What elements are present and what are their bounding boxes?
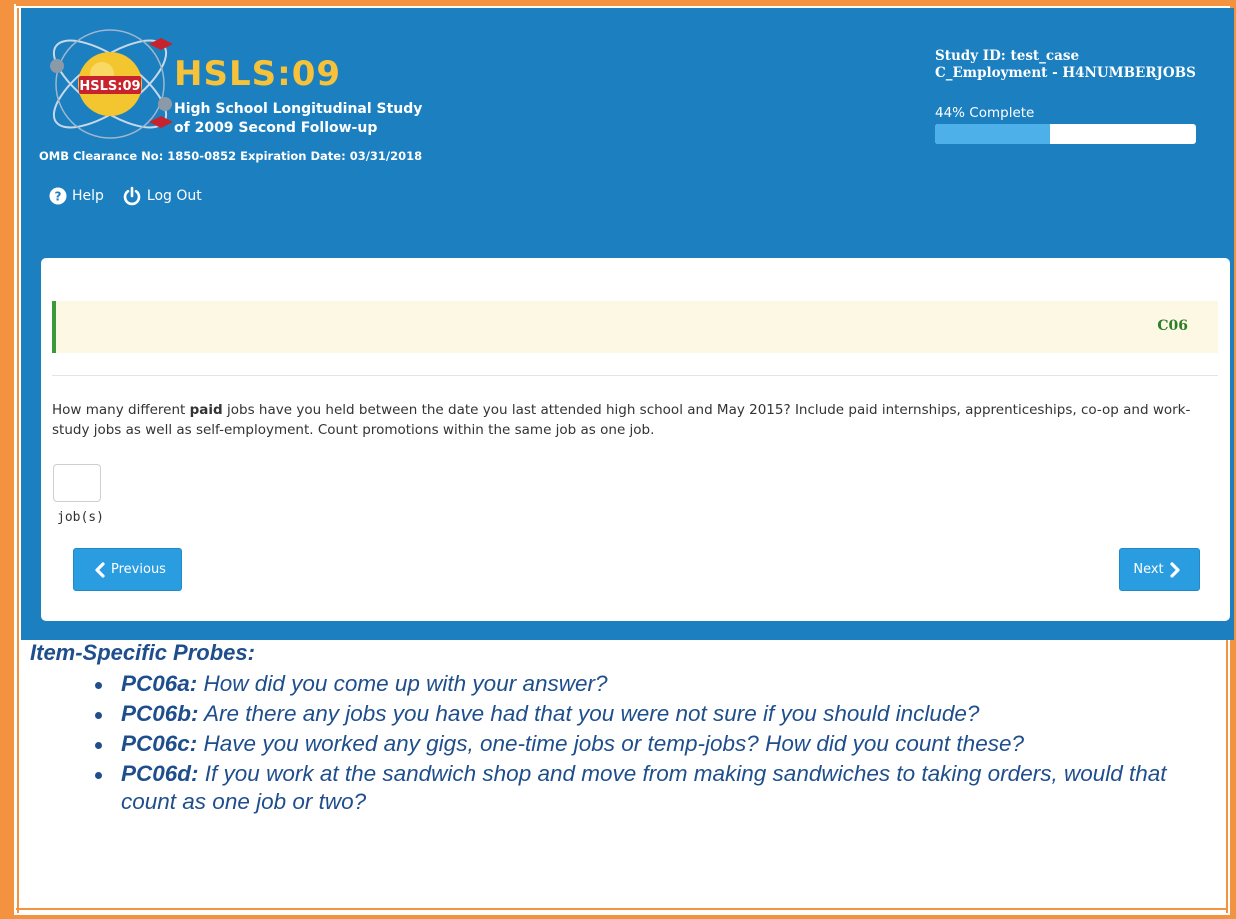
- study-info: Study ID: test_case C_Employment - H4NUM…: [935, 48, 1196, 82]
- previous-label: Previous: [111, 562, 166, 577]
- next-button[interactable]: Next: [1119, 548, 1200, 591]
- frame-line-top: [16, 4, 1232, 6]
- question-panel: C06 How many different paid jobs have yo…: [41, 258, 1230, 621]
- help-icon: ?: [49, 187, 67, 205]
- question-text-before: How many different: [52, 402, 190, 418]
- probe-item: PC06c: Have you worked any gigs, one-tim…: [95, 730, 1220, 758]
- question-header-bar: C06: [52, 301, 1218, 353]
- help-label: Help: [72, 188, 104, 204]
- section-id: C_Employment - H4NUMBERJOBS: [935, 65, 1196, 81]
- probe-text: Have you worked any gigs, one-time jobs …: [197, 731, 1024, 756]
- probe-code: PC06b:: [121, 701, 199, 726]
- logout-link[interactable]: Log Out: [122, 186, 202, 206]
- question-text-after: jobs have you held between the date you …: [52, 402, 1191, 438]
- probe-item: PC06b: Are there any jobs you have had t…: [95, 700, 1220, 728]
- seal-icon: HSLS:09: [50, 29, 173, 139]
- top-nav: ? Help Log Out: [49, 186, 220, 206]
- probe-code: PC06a:: [121, 671, 198, 696]
- next-label: Next: [1133, 562, 1164, 577]
- frame-line-bottom: [16, 908, 1228, 910]
- frame-line-left: [17, 8, 19, 913]
- brand-subtitle-line2: of 2009 Second Follow-up: [174, 120, 378, 136]
- probe-text: If you work at the sandwich shop and mov…: [121, 761, 1167, 814]
- brand-subtitle: High School Longitudinal Study of 2009 S…: [174, 100, 422, 138]
- question-text-bold: paid: [189, 402, 223, 418]
- probe-item: PC06d: If you work at the sandwich shop …: [95, 760, 1220, 816]
- unit-label: job(s): [57, 510, 104, 525]
- progress-label: 44% Complete: [935, 105, 1035, 121]
- probes-title: Item-Specific Probes:: [30, 640, 255, 665]
- progress-fill: [935, 124, 1050, 144]
- brand-title: HSLS:09: [174, 54, 342, 94]
- probe-text: How did you come up with your answer?: [197, 671, 608, 696]
- probe-code: PC06d:: [121, 761, 199, 786]
- chevron-left-icon: [95, 561, 105, 578]
- omb-clearance: OMB Clearance No: 1850-0852 Expiration D…: [39, 149, 423, 163]
- probes-list: PC06a: How did you come up with your ans…: [30, 670, 1220, 816]
- probe-code: PC06c:: [121, 731, 198, 756]
- question-code: C06: [1157, 318, 1188, 334]
- jobs-count-input[interactable]: [53, 464, 101, 502]
- previous-button[interactable]: Previous: [73, 548, 182, 591]
- brand-subtitle-line1: High School Longitudinal Study: [174, 101, 423, 117]
- chevron-right-icon: [1170, 561, 1180, 578]
- survey-banner: HSLS:09 HSLS:09 High School Longitudinal…: [21, 8, 1234, 640]
- svg-text:?: ?: [55, 190, 62, 204]
- probe-item: PC06a: How did you come up with your ans…: [95, 670, 1220, 698]
- divider: [52, 375, 1218, 376]
- logout-label: Log Out: [146, 188, 202, 204]
- probe-text: Are there any jobs you have had that you…: [198, 701, 980, 726]
- svg-text:HSLS:09: HSLS:09: [79, 79, 140, 94]
- progress-bar: [935, 124, 1196, 144]
- item-specific-probes: Item-Specific Probes: PC06a: How did you…: [30, 640, 1220, 818]
- study-id: Study ID: test_case: [935, 48, 1080, 64]
- hsls-seal-logo: HSLS:09: [37, 14, 183, 154]
- power-icon: [123, 186, 141, 206]
- help-link[interactable]: ? Help: [49, 187, 104, 205]
- question-text: How many different paid jobs have you he…: [52, 400, 1202, 440]
